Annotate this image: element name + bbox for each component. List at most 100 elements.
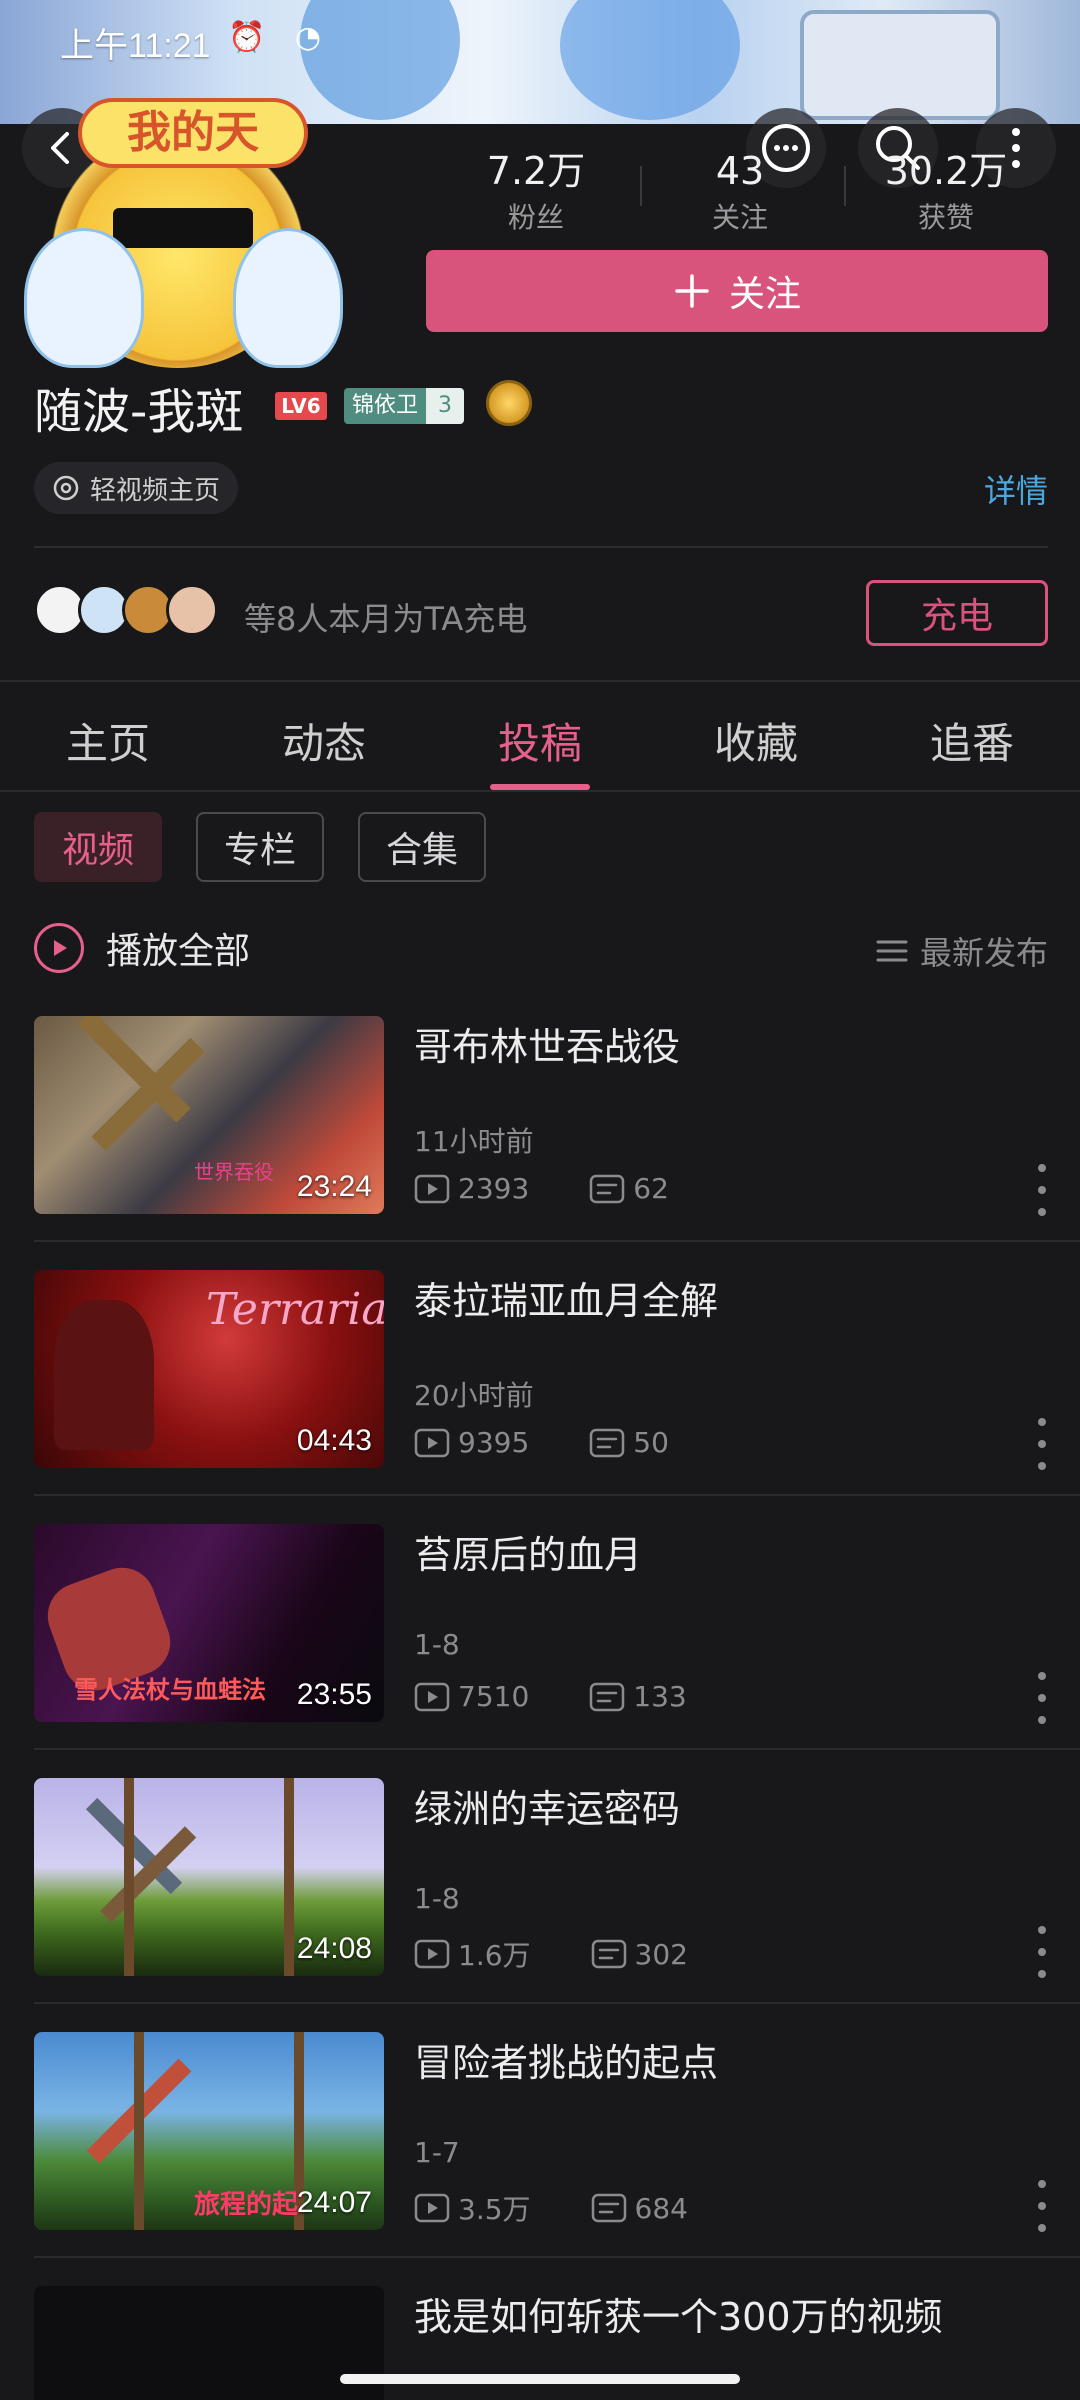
play-circle-icon	[34, 923, 84, 973]
more-vertical-icon[interactable]	[1034, 1926, 1050, 1978]
video-duration: 23:24	[296, 1170, 372, 1203]
chip-articles[interactable]: 专栏	[196, 812, 324, 882]
video-thumbnail[interactable]: 雪人法杖与血蛙法 23:55	[34, 1524, 384, 1722]
divider	[34, 2002, 1080, 2004]
divider	[34, 546, 1048, 548]
play-all-label: 播放全部	[106, 931, 251, 972]
video-circle-icon	[53, 475, 79, 501]
fan-medal-level: 3	[426, 388, 465, 424]
video-home-label: 轻视频主页	[90, 475, 221, 506]
tab-dynamics[interactable]: 动态	[244, 710, 404, 771]
danmaku-icon	[590, 1174, 625, 1203]
video-time: 11小时前	[414, 1125, 534, 1158]
banner-art	[800, 10, 1000, 120]
medal-icon[interactable]	[486, 380, 532, 426]
avatar-art	[24, 228, 144, 368]
video-thumbnail[interactable]: Terraria 04:43	[34, 1270, 384, 1468]
video-title: 苔原后的血月	[414, 1533, 643, 1577]
video-comments: 302	[634, 1937, 688, 1971]
avatar[interactable]: 我的天	[18, 78, 343, 368]
video-thumbnail[interactable]	[34, 2286, 384, 2400]
divider	[0, 790, 1080, 792]
list-icon	[876, 940, 908, 962]
video-views: 7510	[458, 1680, 530, 1713]
follow-button[interactable]: 关注	[426, 250, 1048, 332]
banner-art	[560, 0, 740, 120]
fan-medal-badge[interactable]: 锦依卫 3	[344, 388, 465, 424]
play-count-icon	[414, 1174, 450, 1203]
video-thumbnail[interactable]: 24:08	[34, 1778, 384, 1976]
stat-label: 粉丝	[507, 201, 564, 234]
video-time: 1-8	[414, 1882, 460, 1915]
video-views: 3.5万	[458, 2193, 531, 2226]
video-comments: 133	[633, 1680, 687, 1713]
video-item[interactable]: 旅程的起 24:07 冒险者挑战的起点 1-7 3.5万 684	[0, 2032, 1080, 2286]
home-indicator[interactable]	[340, 2374, 740, 2384]
chip-videos[interactable]: 视频	[34, 812, 162, 882]
thumb-art	[100, 1826, 197, 1923]
video-meta: 1.6万 302	[414, 1934, 688, 1974]
detail-link[interactable]: 详情	[984, 466, 1048, 512]
thumb-caption: 雪人法杖与血蛙法	[74, 1676, 266, 1704]
video-comments: 62	[633, 1172, 669, 1205]
video-time: 1-7	[414, 2136, 460, 2169]
video-item[interactable]: 世界吞役 23:24 哥布林世吞战役 11小时前 2393 62	[0, 1016, 1080, 1270]
video-item[interactable]: Terraria 04:43 泰拉瑞亚血月全解 20小时前 9395 50	[0, 1270, 1080, 1524]
follow-label: 关注	[728, 274, 801, 315]
stat-following[interactable]: 43 关注	[650, 150, 830, 236]
stat-label: 获赞	[917, 201, 974, 234]
video-duration: 24:07	[296, 2186, 372, 2219]
video-home-button[interactable]: 轻视频主页	[34, 462, 239, 514]
video-duration: 24:08	[296, 1932, 372, 1965]
tab-home[interactable]: 主页	[28, 710, 188, 771]
avatar	[166, 584, 218, 636]
video-item[interactable]: 雪人法杖与血蛙法 23:55 苔原后的血月 1-8 7510 133	[0, 1524, 1080, 1778]
danmaku-icon	[590, 1682, 625, 1711]
more-vertical-icon[interactable]	[1034, 1164, 1050, 1216]
divider	[0, 680, 1080, 682]
tab-uploads[interactable]: 投稿	[460, 710, 620, 771]
play-count-icon	[414, 1428, 450, 1457]
sort-button[interactable]: 最新发布	[876, 928, 1048, 974]
video-thumbnail[interactable]: 世界吞役 23:24	[34, 1016, 384, 1214]
thumb-art	[284, 1778, 294, 1976]
sort-label: 最新发布	[919, 934, 1048, 972]
tab-favorites[interactable]: 收藏	[676, 710, 836, 771]
video-views: 2393	[458, 1172, 530, 1205]
danmaku-icon	[591, 2193, 626, 2223]
plus-icon	[675, 274, 709, 308]
video-comments: 684	[634, 2191, 688, 2225]
video-meta: 7510 133	[414, 1680, 687, 1713]
more-vertical-icon[interactable]	[1034, 1418, 1050, 1470]
stat-label: 关注	[711, 201, 768, 234]
stat-value: 43	[715, 149, 765, 193]
video-comments: 50	[633, 1426, 669, 1459]
play-count-icon	[414, 1939, 450, 1969]
tab-bangumi[interactable]: 追番	[892, 710, 1052, 771]
video-title: 泰拉瑞亚血月全解	[414, 1279, 719, 1323]
play-count-icon	[414, 1682, 450, 1711]
divider	[640, 166, 642, 206]
more-vertical-icon[interactable]	[1034, 1672, 1050, 1724]
play-count-icon	[414, 2193, 450, 2223]
video-title: 绿洲的幸运密码	[414, 1787, 681, 1831]
stat-fans[interactable]: 7.2万 粉丝	[446, 150, 626, 236]
video-thumbnail[interactable]: 旅程的起 24:07	[34, 2032, 384, 2230]
thumb-caption: 世界吞役	[194, 1160, 274, 1184]
avatar-banner-text: 我的天	[78, 98, 308, 168]
video-views: 1.6万	[458, 1939, 531, 1972]
danmaku-icon	[590, 1428, 625, 1457]
chip-collections[interactable]: 合集	[358, 812, 486, 882]
video-views: 9395	[458, 1426, 530, 1459]
stat-likes[interactable]: 30.2万 获赞	[856, 150, 1036, 236]
charge-button[interactable]: 充电	[866, 580, 1048, 646]
more-vertical-icon[interactable]	[1034, 2180, 1050, 2232]
video-duration: 04:43	[296, 1424, 372, 1457]
divider	[34, 1494, 1080, 1496]
video-title: 我是如何斩获一个300万的视频	[414, 2295, 943, 2339]
video-item[interactable]: 24:08 绿洲的幸运密码 1-8 1.6万 302	[0, 1778, 1080, 2032]
video-time: 1-8	[414, 1628, 460, 1661]
username: 随波-我斑	[34, 384, 244, 440]
play-all-button[interactable]: 播放全部	[34, 922, 250, 974]
avatar-art	[113, 208, 253, 248]
